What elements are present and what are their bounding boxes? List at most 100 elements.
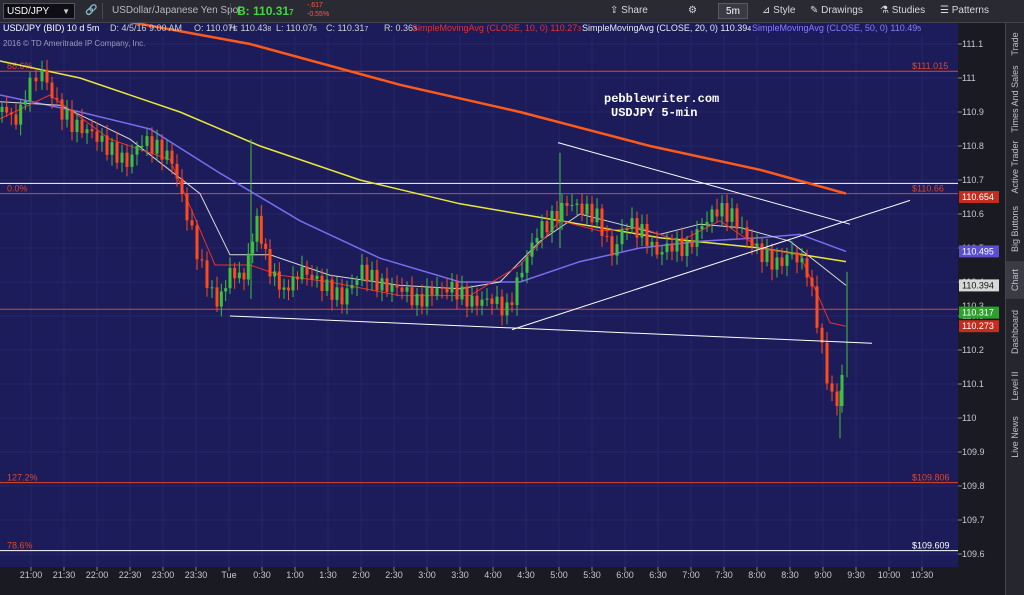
candle-body — [287, 287, 290, 291]
patterns-icon: ☰ — [940, 5, 949, 16]
candle-body — [830, 383, 834, 392]
candle-body — [510, 302, 514, 305]
candle-body — [565, 202, 569, 206]
candle-body — [390, 284, 394, 292]
x-tick-label: 7:30 — [715, 570, 733, 580]
tab-times-and-sales[interactable]: Times And Sales — [1006, 63, 1024, 135]
fib-pct-label: 127.2% — [7, 473, 38, 483]
tab-live-news[interactable]: Live News — [1006, 409, 1024, 465]
fib-price-label: $109.806 — [912, 473, 950, 483]
candle-body — [170, 150, 174, 164]
candle-body — [490, 298, 494, 304]
candle-body — [345, 288, 349, 305]
candle-body — [385, 278, 389, 292]
candle-body — [420, 293, 424, 307]
x-tick-label: 4:30 — [517, 570, 535, 580]
candle-body — [305, 266, 309, 275]
candle-body — [645, 223, 649, 246]
candle-body — [690, 240, 694, 247]
link-icon[interactable]: 🔗 — [85, 3, 97, 19]
candle-body — [264, 243, 268, 250]
candle-body — [545, 221, 549, 233]
candle-body — [246, 253, 250, 280]
candle-body — [505, 302, 509, 316]
candle-body — [70, 109, 74, 132]
candle-body — [835, 391, 839, 407]
studies-button[interactable]: ⚗ Studies — [880, 3, 925, 19]
tab-level-ii[interactable]: Level II — [1006, 365, 1024, 407]
candle-body — [400, 287, 404, 292]
y-tick-label: 110.2 — [962, 345, 984, 355]
candle-body — [770, 249, 774, 270]
candle-body — [90, 129, 94, 132]
candle-body — [530, 242, 534, 257]
candle-body — [237, 272, 241, 279]
candle-body — [5, 106, 9, 113]
tab-trade[interactable]: Trade — [1006, 27, 1024, 61]
candle-body — [800, 258, 804, 263]
candle-body — [480, 299, 484, 306]
plot-area[interactable] — [0, 23, 958, 567]
tab-label: Trade — [1010, 32, 1020, 56]
candle-body — [75, 119, 79, 132]
candle-body — [365, 264, 369, 282]
y-tick-label: 111 — [962, 73, 976, 83]
candle-body — [415, 293, 419, 306]
candle-body — [190, 220, 194, 226]
info-date: D: 4/5/16 9:00 AM — [110, 23, 182, 33]
timeframe-selector[interactable]: 5m — [718, 3, 748, 19]
candle-body — [825, 342, 829, 384]
candle-body — [485, 298, 489, 300]
symbol-selector[interactable]: USD/JPY ▼ — [3, 3, 75, 19]
candle-body — [380, 278, 384, 291]
candle-body — [255, 215, 259, 242]
y-tick-label: 109.8 — [962, 481, 985, 491]
candle-body — [335, 287, 339, 300]
candle-body — [665, 243, 669, 253]
x-tick-label: 2:00 — [352, 570, 370, 580]
candle-body — [715, 209, 719, 217]
candle-body — [445, 287, 449, 293]
candle-body — [455, 281, 459, 300]
tab-label: Dashboard — [1010, 309, 1020, 355]
candle-body — [110, 142, 114, 155]
candle-body — [805, 258, 809, 278]
tab-active-trader[interactable]: Active Trader — [1006, 137, 1024, 197]
settings-icon[interactable]: ⚙ — [688, 3, 697, 19]
candle-body — [730, 208, 734, 222]
drawings-button[interactable]: ✎ Drawings — [810, 3, 863, 19]
tab-dashboard[interactable]: Dashboard — [1006, 301, 1024, 363]
candle-body — [745, 227, 749, 239]
candle-body — [219, 291, 223, 307]
x-tick-label: 5:30 — [583, 570, 601, 580]
candle-body — [95, 131, 99, 142]
tab-big-buttons[interactable]: Big Buttons — [1006, 199, 1024, 259]
tab-label: Live News — [1010, 416, 1020, 458]
candle-body — [40, 69, 44, 82]
candle-body — [540, 221, 544, 238]
candle-body — [23, 100, 27, 105]
candle-body — [296, 276, 299, 280]
x-tick-label: 10:00 — [878, 570, 901, 580]
candle-body — [19, 104, 23, 125]
tab-chart[interactable]: Chart — [1006, 261, 1024, 299]
patterns-button[interactable]: ☰ Patterns — [940, 3, 989, 19]
candle-body — [460, 286, 464, 300]
candle-body — [650, 241, 654, 246]
x-tick-label: 1:00 — [286, 570, 304, 580]
candle-body — [310, 274, 314, 279]
candle-body — [740, 227, 744, 229]
candle-body — [425, 287, 429, 307]
x-tick-label: 4:00 — [484, 570, 502, 580]
candle-body — [100, 135, 104, 142]
candle-body — [785, 254, 789, 266]
candle-body — [675, 238, 679, 252]
candle-body — [355, 280, 359, 286]
x-tick-label: 6:00 — [616, 570, 634, 580]
candle-body — [790, 252, 794, 255]
candle-body — [34, 77, 38, 82]
info-high: H: 110.438 — [229, 23, 271, 33]
price-chart[interactable]: 88.6% $111.0150.0% $110.66127.2% $109.80678… — [0, 23, 1006, 595]
share-button[interactable]: ⇪ Share — [610, 3, 648, 19]
style-button[interactable]: ⊿ Style — [762, 3, 795, 19]
